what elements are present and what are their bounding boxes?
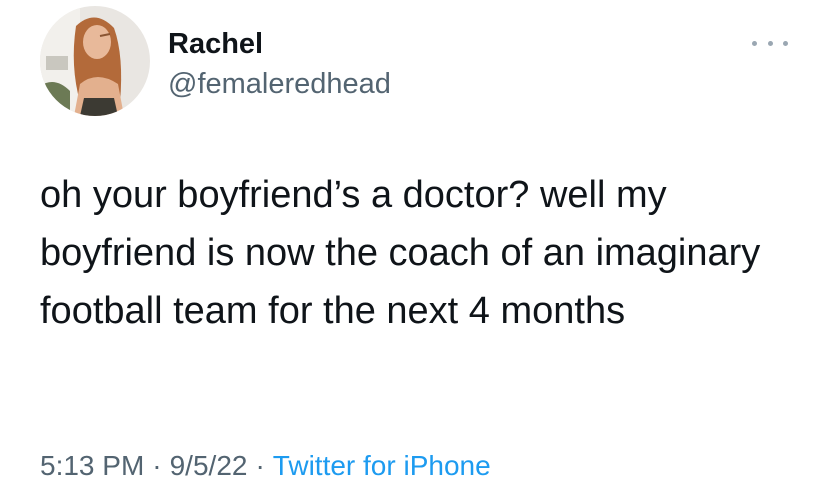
avatar-photo: [40, 6, 150, 116]
avatar[interactable]: [40, 6, 150, 116]
more-horizontal-icon-dot: [783, 40, 788, 46]
more-options-button[interactable]: [752, 34, 788, 52]
tweet-time[interactable]: 5:13 PM: [40, 450, 144, 481]
user-handle[interactable]: @femaleredhead: [168, 66, 391, 102]
more-horizontal-icon-dot: [767, 40, 773, 46]
display-name[interactable]: Rachel: [168, 26, 263, 62]
tweet-source-link[interactable]: Twitter for iPhone: [273, 450, 491, 481]
more-horizontal-icon: [752, 40, 757, 46]
tweet-text: oh your boyfriend’s a doctor? well my bo…: [40, 174, 761, 332]
meta-separator: ·: [152, 450, 162, 481]
tweet-card: Rachel @femaleredhead oh your boyfriend’…: [0, 0, 828, 493]
meta-separator: ·: [255, 450, 265, 481]
tweet-date[interactable]: 9/5/22: [170, 450, 248, 481]
tweet-metadata: 5:13 PM · 9/5/22 · Twitter for iPhone: [40, 448, 491, 484]
